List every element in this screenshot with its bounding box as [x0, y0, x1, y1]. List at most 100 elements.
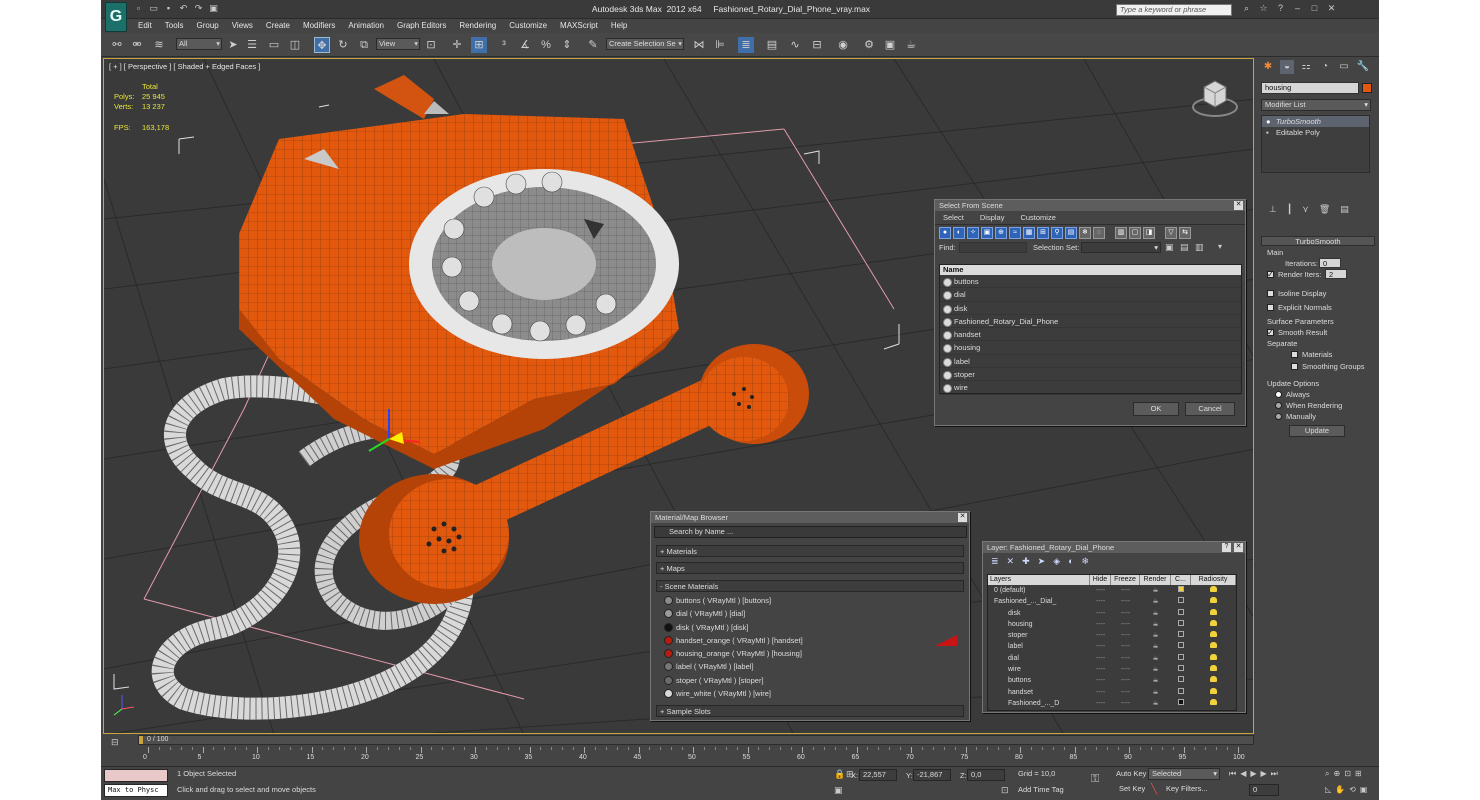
- menu-tools[interactable]: Tools: [158, 19, 190, 32]
- list-item[interactable]: housing: [940, 341, 1241, 355]
- radiosity-bulb-icon[interactable]: [1191, 687, 1236, 698]
- freeze-toggle[interactable]: ----: [1111, 596, 1140, 607]
- reference-coordinate-dropdown[interactable]: View: [376, 38, 420, 50]
- close-icon[interactable]: ✕: [1234, 543, 1243, 552]
- display-tab-icon[interactable]: ▭: [1337, 60, 1351, 74]
- turbosmooth-header[interactable]: TurboSmooth: [1261, 236, 1375, 246]
- col-render[interactable]: Render: [1140, 575, 1171, 585]
- stack-item-turbosmooth[interactable]: ● TurboSmooth: [1262, 116, 1369, 127]
- freeze-toggle[interactable]: ----: [1111, 608, 1140, 619]
- layer-color-swatch[interactable]: [1171, 630, 1191, 641]
- radiosity-bulb-icon[interactable]: [1191, 596, 1236, 607]
- render-teapot-icon[interactable]: ☕: [1140, 596, 1171, 607]
- subscription-icon[interactable]: ☆: [1258, 3, 1269, 14]
- manually-radio[interactable]: [1275, 413, 1282, 420]
- hide-all-icon[interactable]: ◐: [1068, 556, 1073, 566]
- highlight-layer-icon[interactable]: ◈: [1053, 556, 1060, 566]
- display-xrefs-icon[interactable]: ⊞: [1037, 227, 1049, 239]
- display-containers-icon[interactable]: ▤: [1065, 227, 1077, 239]
- snaps-toggle-icon[interactable]: ³: [496, 37, 512, 53]
- cancel-button[interactable]: Cancel: [1185, 402, 1235, 416]
- explicit-normals-checkbox[interactable]: [1267, 304, 1274, 311]
- modifier-list-dropdown[interactable]: Modifier List: [1261, 99, 1371, 111]
- curve-editor-icon[interactable]: ∿: [787, 37, 803, 53]
- remove-from-set-icon[interactable]: ▥: [1195, 242, 1204, 253]
- material-list-item[interactable]: dial ( VRayMtl ) [dial]: [661, 607, 957, 620]
- menu-rendering[interactable]: Rendering: [452, 19, 502, 32]
- hide-toggle[interactable]: ----: [1090, 596, 1111, 607]
- find-input[interactable]: [959, 242, 1027, 253]
- y-coordinate-field[interactable]: -21,867: [913, 769, 951, 781]
- render-setup-icon[interactable]: ⚙: [861, 37, 877, 53]
- add-to-layer-icon[interactable]: ✚: [1022, 556, 1030, 566]
- list-item[interactable]: buttons: [940, 275, 1241, 289]
- freeze-toggle[interactable]: ----: [1111, 687, 1140, 698]
- radiosity-bulb-icon[interactable]: [1191, 585, 1236, 596]
- stack-item-editable-poly[interactable]: ▪ Editable Poly: [1262, 127, 1369, 138]
- display-lights-icon[interactable]: ✧: [967, 227, 979, 239]
- display-space-warps-icon[interactable]: ≈: [1009, 227, 1021, 239]
- sample-slots-section[interactable]: + Sample Slots: [656, 705, 964, 717]
- hide-toggle[interactable]: ----: [1090, 608, 1111, 619]
- menu-customize[interactable]: Customize: [502, 19, 553, 32]
- smoothing-groups-checkbox[interactable]: [1291, 363, 1298, 370]
- freeze-all-icon[interactable]: ❄: [1082, 556, 1090, 566]
- menu-maxscript[interactable]: MAXScript: [553, 19, 604, 32]
- menu-create[interactable]: Create: [259, 19, 296, 32]
- make-unique-icon[interactable]: ⋎: [1302, 204, 1309, 218]
- select-and-scale-icon[interactable]: ⧉: [356, 37, 372, 53]
- set-key-button[interactable]: Set Key: [1116, 784, 1146, 796]
- radiosity-bulb-icon[interactable]: [1191, 630, 1236, 641]
- layer-color-swatch[interactable]: [1171, 585, 1191, 596]
- auto-key-button[interactable]: Auto Key: [1113, 769, 1147, 781]
- display-frozen-icon[interactable]: ❄: [1079, 227, 1091, 239]
- maximize-icon[interactable]: □: [1309, 3, 1320, 14]
- go-to-start-icon[interactable]: ⏮: [1229, 769, 1236, 779]
- utilities-tab-icon[interactable]: 🔧: [1356, 60, 1370, 74]
- material-list-item[interactable]: wire_white ( VRayMtl ) [wire]: [661, 687, 957, 700]
- track-bar[interactable]: 0 5 10 15 20 25 30 35 40 45 50 55 60 65 70 75 80 85 90 95 10…: [138, 747, 1254, 765]
- layer-color-swatch[interactable]: [1171, 675, 1191, 686]
- smooth-result-checkbox[interactable]: [1267, 327, 1274, 338]
- delete-layer-icon[interactable]: ✕: [1007, 556, 1015, 566]
- redo-icon[interactable]: ↷: [193, 3, 204, 14]
- material-list-item[interactable]: stoper ( VRayMtl ) [stoper]: [661, 674, 957, 687]
- col-freeze[interactable]: Freeze: [1111, 575, 1140, 585]
- sfs-menu-select[interactable]: Select: [935, 211, 972, 224]
- layer-color-swatch[interactable]: [1171, 619, 1191, 630]
- render-teapot-icon[interactable]: ☕: [1140, 585, 1171, 596]
- named-selection-set-dropdown[interactable]: Create Selection Se: [606, 38, 684, 50]
- hierarchy-tab-icon[interactable]: ⚏: [1299, 60, 1313, 74]
- binoculars-icon[interactable]: ⌕: [1241, 3, 1252, 14]
- radiosity-bulb-icon[interactable]: [1191, 698, 1236, 709]
- sfs-title-bar[interactable]: Select From Scene ✕: [935, 200, 1245, 211]
- new-file-icon[interactable]: ▫: [133, 3, 144, 14]
- hide-toggle[interactable]: ----: [1090, 619, 1111, 630]
- panel-menu-icon[interactable]: ▾: [1218, 242, 1222, 251]
- key-icon[interactable]: ⚿: [1091, 773, 1099, 786]
- select-by-name-icon[interactable]: ☰: [244, 37, 260, 53]
- menu-modifiers[interactable]: Modifiers: [296, 19, 341, 32]
- hide-toggle[interactable]: ----: [1090, 585, 1111, 596]
- object-color-swatch[interactable]: [1362, 83, 1372, 93]
- previous-frame-icon[interactable]: ◀: [1240, 769, 1246, 779]
- materials-section[interactable]: + Materials: [656, 545, 964, 557]
- freeze-toggle[interactable]: ----: [1111, 630, 1140, 641]
- freeze-toggle[interactable]: ----: [1111, 619, 1140, 630]
- menu-help[interactable]: Help: [604, 19, 633, 32]
- save-icon[interactable]: ▪: [163, 3, 174, 14]
- list-item[interactable]: disk: [940, 302, 1241, 315]
- app-logo[interactable]: G: [105, 2, 127, 32]
- close-icon[interactable]: ✕: [1234, 201, 1243, 210]
- pan-icon[interactable]: ✋: [1335, 785, 1345, 794]
- scene-materials-section[interactable]: - Scene Materials: [656, 580, 964, 592]
- window-crossing-icon[interactable]: ◫: [287, 37, 303, 53]
- radiosity-bulb-icon[interactable]: [1191, 675, 1236, 686]
- x-coordinate-field[interactable]: 22,557: [859, 769, 897, 781]
- select-invert-icon[interactable]: ◨: [1143, 227, 1155, 239]
- mirror-icon[interactable]: ⋈: [691, 37, 707, 53]
- hide-toggle[interactable]: ----: [1090, 653, 1111, 664]
- render-teapot-icon[interactable]: ☕: [1140, 630, 1171, 641]
- z-coordinate-field[interactable]: 0,0: [967, 769, 1005, 781]
- key-mode-dropdown[interactable]: Selected: [1148, 768, 1220, 780]
